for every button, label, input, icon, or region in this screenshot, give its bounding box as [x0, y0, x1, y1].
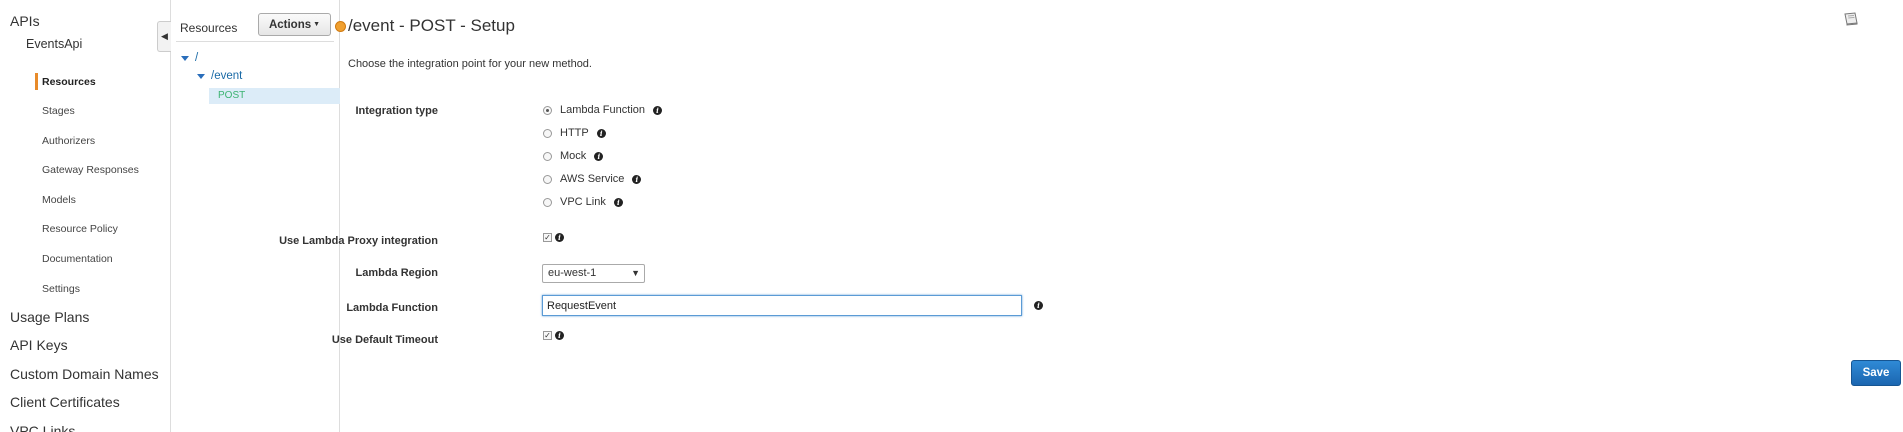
info-icon[interactable]: i: [653, 105, 662, 115]
caret-down-icon: ▼: [313, 21, 321, 28]
tree-method-post[interactable]: POST: [209, 88, 340, 104]
radio-label: AWS Service: [560, 173, 625, 185]
status-dot-icon: [335, 21, 346, 32]
lambda-function-input[interactable]: [542, 295, 1022, 316]
nav-api-keys[interactable]: API Keys: [10, 337, 68, 353]
nav-item-gateway-responses[interactable]: Gateway Responses: [42, 164, 139, 176]
select-value: eu-west-1: [548, 267, 597, 279]
info-icon[interactable]: i: [594, 151, 604, 161]
info-icon[interactable]: i: [632, 174, 642, 184]
expand-triangle-icon: [181, 55, 189, 61]
tree-item-event[interactable]: /event: [197, 70, 242, 82]
caret-down-icon: ▼: [631, 268, 640, 278]
radio-row-mock: Mock i: [543, 150, 604, 162]
radio-http[interactable]: [543, 128, 552, 138]
resources-title: Resources: [180, 21, 238, 35]
radio-row-vpc-link: VPC Link i: [543, 196, 623, 208]
collapse-panel-button[interactable]: ◀: [157, 21, 171, 52]
info-icon[interactable]: i: [1034, 301, 1043, 310]
radio-label: HTTP: [560, 127, 589, 139]
expand-triangle-icon: [197, 73, 205, 79]
proxy-integration-checkbox[interactable]: ✓: [543, 233, 552, 242]
tree-item-root[interactable]: /: [181, 52, 198, 64]
info-icon[interactable]: i: [555, 233, 564, 242]
actions-label: Actions: [268, 18, 312, 31]
nav-client-certificates[interactable]: Client Certificates: [10, 394, 120, 410]
default-timeout-label: Use Default Timeout: [331, 334, 438, 346]
left-nav: APIs EventsApi Resources Stages Authoriz…: [0, 0, 171, 432]
radio-label: Mock: [560, 150, 587, 162]
tree-item-label: /event: [211, 70, 243, 82]
nav-item-models[interactable]: Models: [42, 194, 76, 206]
nav-item-documentation[interactable]: Documentation: [42, 253, 113, 265]
radio-row-lambda-function: Lambda Function i: [543, 104, 662, 116]
method-setup-main: /event - POST - Setup Choose the integra…: [279, 0, 1903, 432]
page-title: /event - POST - Setup: [348, 16, 515, 35]
nav-item-settings[interactable]: Settings: [42, 283, 80, 295]
radio-label: VPC Link: [560, 196, 606, 208]
nav-item-resources[interactable]: Resources: [42, 76, 96, 88]
radio-label: Lambda Function: [560, 104, 645, 116]
nav-api-name[interactable]: EventsApi: [26, 37, 82, 51]
nav-item-stages[interactable]: Stages: [42, 105, 75, 117]
intro-text: Choose the integration point for your ne…: [348, 58, 592, 70]
nav-vpc-links[interactable]: VPC Links: [10, 423, 75, 432]
book-icon[interactable]: [1843, 12, 1859, 26]
radio-aws-service[interactable]: [543, 174, 552, 184]
lambda-region-label: Lambda Region: [355, 267, 438, 279]
radio-row-aws-service: AWS Service i: [543, 173, 642, 185]
tree-item-label: /: [195, 52, 199, 64]
chevron-left-icon: ◀: [161, 31, 168, 41]
actions-dropdown-button[interactable]: Actions ▼: [258, 13, 331, 36]
default-timeout-checkbox[interactable]: ✓: [543, 331, 552, 340]
radio-vpc-link[interactable]: [543, 197, 552, 207]
nav-custom-domain-names[interactable]: Custom Domain Names: [10, 366, 159, 382]
save-button[interactable]: Save: [1851, 360, 1901, 386]
lambda-function-label: Lambda Function: [346, 302, 438, 314]
info-icon[interactable]: i: [613, 197, 623, 207]
info-icon[interactable]: i: [555, 331, 564, 340]
lambda-region-select[interactable]: eu-west-1 ▼: [542, 264, 645, 283]
nav-usage-plans[interactable]: Usage Plans: [10, 309, 89, 325]
divider: [176, 41, 334, 42]
resources-panel: ◀ Resources Actions ▼ / /event POST: [157, 0, 340, 432]
nav-item-resource-policy[interactable]: Resource Policy: [42, 223, 118, 235]
nav-apis-link[interactable]: APIs: [10, 13, 40, 29]
radio-lambda-function[interactable]: [543, 105, 552, 115]
nav-item-authorizers[interactable]: Authorizers: [42, 135, 95, 147]
active-indicator: [35, 73, 38, 90]
info-icon[interactable]: i: [596, 128, 606, 138]
radio-row-http: HTTP i: [543, 127, 606, 139]
proxy-integration-label: Use Lambda Proxy integration: [279, 235, 438, 247]
integration-type-label: Integration type: [355, 105, 438, 117]
radio-mock[interactable]: [543, 151, 552, 161]
